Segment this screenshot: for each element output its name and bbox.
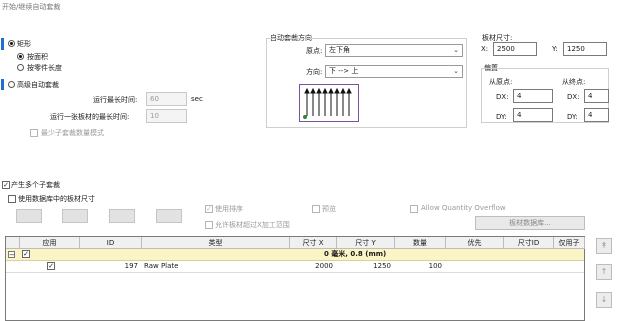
table-group-row[interactable] bbox=[6, 249, 584, 261]
move-top-icon[interactable]: ↟ bbox=[596, 238, 612, 254]
sheet-x-input[interactable]: 2500 bbox=[493, 42, 537, 56]
origin-label: 原点: bbox=[306, 47, 323, 55]
dx2-input[interactable]: 4 bbox=[584, 89, 609, 103]
row-size-y: 1250 bbox=[373, 262, 391, 270]
col-header-id[interactable]: ID bbox=[80, 237, 142, 249]
sheet-remove-icon[interactable] bbox=[62, 209, 88, 223]
dy2-label: DY: bbox=[567, 113, 578, 121]
sheet-add-icon[interactable] bbox=[16, 209, 42, 223]
allow-overflow-checkbox[interactable] bbox=[410, 205, 418, 213]
chevron-down-icon: ⌄ bbox=[453, 67, 459, 75]
sheet-y-label: Y: bbox=[552, 45, 558, 53]
produce-multi-label: 产生多个子套裁 bbox=[11, 181, 60, 189]
sheet-table: 应用 ID 类型 尺寸 X 尺寸 Y 数量 优先 尺寸ID 仅用子 − ✓ 0 … bbox=[5, 236, 585, 321]
col-header-qty[interactable]: 数量 bbox=[395, 237, 446, 249]
max-run-time-label: 运行最长时间: bbox=[93, 96, 138, 104]
advanced-label: 高级自动套裁 bbox=[17, 81, 59, 89]
window-title: 开始/继续自动套裁 bbox=[0, 0, 640, 14]
sheet-copy-icon[interactable] bbox=[156, 209, 182, 223]
col-header-apply[interactable]: 应用 bbox=[20, 237, 80, 249]
row-size-x: 2000 bbox=[315, 262, 333, 270]
from-end-label: 从终点: bbox=[562, 78, 586, 86]
sheet-x-label: X: bbox=[481, 45, 489, 53]
move-up-icon[interactable]: ↑ bbox=[596, 264, 612, 280]
sheet-db-button[interactable]: 板材数据库... bbox=[475, 216, 585, 230]
row-apply-checkbox[interactable]: ✓ bbox=[47, 262, 55, 270]
allow-overflow-label: Allow Quantity Overflow bbox=[421, 204, 506, 212]
nest-direction-preview-icon bbox=[299, 84, 359, 122]
col-header-priority[interactable]: 优先 bbox=[446, 237, 504, 249]
by-area-label: 按面积 bbox=[27, 53, 48, 61]
col-header-only-sub[interactable]: 仅用子 bbox=[554, 237, 585, 249]
origin-select[interactable]: 左下角 ⌄ bbox=[325, 44, 463, 57]
dx1-input[interactable]: 4 bbox=[513, 89, 553, 103]
origin-value: 左下角 bbox=[329, 46, 350, 54]
preview-label: 预览 bbox=[322, 205, 336, 213]
direction-label: 方向: bbox=[306, 68, 323, 76]
allow-exceed-checkbox[interactable] bbox=[205, 221, 213, 229]
use-sort-label: 使用排序 bbox=[215, 205, 243, 213]
min-subnest-checkbox[interactable] bbox=[30, 129, 38, 137]
col-header-size-x[interactable]: 尺寸 X bbox=[290, 237, 337, 249]
dx2-label: DX: bbox=[567, 93, 580, 101]
use-db-sheet-checkbox[interactable] bbox=[8, 195, 16, 203]
min-subnest-label: 最少子套裁数量模式 bbox=[41, 129, 104, 137]
collapse-icon[interactable]: − bbox=[8, 251, 15, 259]
row-divider bbox=[6, 272, 584, 273]
max-run-one-label: 运行一张板材的最长时间: bbox=[50, 113, 130, 121]
row-id: 197 bbox=[124, 262, 138, 270]
col-header-size-y[interactable]: 尺寸 Y bbox=[337, 237, 395, 249]
selection-marker-2 bbox=[1, 79, 4, 90]
row-qty: 100 bbox=[428, 262, 442, 270]
max-run-one-input[interactable]: 10 bbox=[146, 109, 187, 123]
dx1-label: DX: bbox=[496, 93, 509, 101]
max-run-time-input[interactable]: 60 bbox=[146, 92, 187, 106]
produce-multi-checkbox[interactable]: ✓ bbox=[2, 181, 10, 189]
col-header-size-id[interactable]: 尺寸ID bbox=[504, 237, 554, 249]
use-sort-checkbox[interactable]: ✓ bbox=[205, 205, 213, 213]
move-down-icon[interactable]: ↓ bbox=[596, 292, 612, 308]
by-part-length-radio[interactable] bbox=[17, 64, 24, 71]
col-header-type[interactable]: 类型 bbox=[142, 237, 290, 249]
direction-value: 下 --> 上 bbox=[329, 67, 359, 75]
row-type: Raw Plate bbox=[144, 262, 179, 270]
dy2-input[interactable]: 4 bbox=[584, 108, 609, 122]
rect-label: 矩形 bbox=[17, 40, 31, 48]
direction-select[interactable]: 下 --> 上 ⌄ bbox=[325, 65, 463, 78]
advanced-radio[interactable] bbox=[8, 81, 15, 88]
by-area-radio[interactable] bbox=[17, 53, 24, 60]
allow-exceed-label: 允许板材超过X加工范围 bbox=[215, 221, 290, 229]
preview-checkbox[interactable] bbox=[312, 205, 320, 213]
dy1-label: DY: bbox=[496, 113, 507, 121]
sheet-y-input[interactable]: 1250 bbox=[563, 42, 607, 56]
by-part-length-label: 按零件长度 bbox=[27, 64, 62, 72]
rect-radio[interactable] bbox=[8, 40, 15, 47]
sheet-edit-icon[interactable] bbox=[109, 209, 135, 223]
chevron-down-icon: ⌄ bbox=[453, 46, 459, 54]
selection-marker bbox=[1, 38, 4, 50]
dy1-input[interactable]: 4 bbox=[513, 108, 553, 122]
group-apply-checkbox[interactable]: ✓ bbox=[22, 250, 30, 258]
row-header-corner bbox=[6, 237, 20, 249]
max-run-time-unit: sec bbox=[191, 95, 203, 103]
use-db-sheet-label: 使用数据库中的板材尺寸 bbox=[18, 195, 95, 203]
from-origin-label: 从原点: bbox=[489, 78, 513, 86]
group-row-label: 0 毫米, 0.8 (mm) bbox=[324, 250, 387, 258]
